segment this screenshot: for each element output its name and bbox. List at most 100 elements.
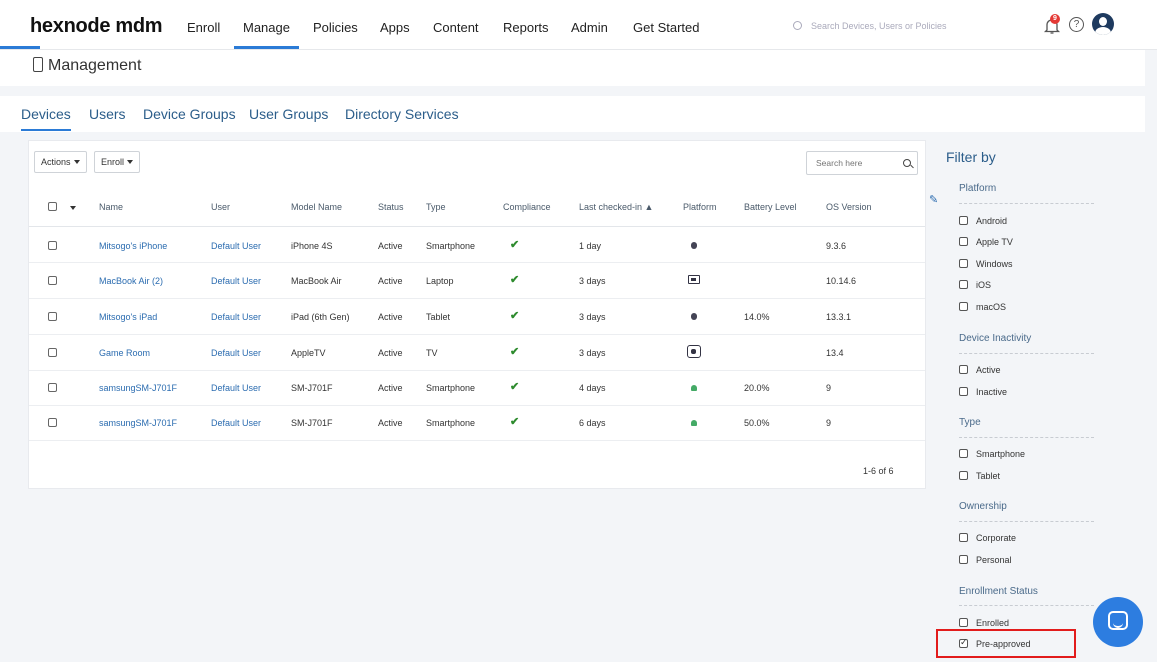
battery-level: 50.0% (744, 418, 770, 428)
filter-option-tablet[interactable]: Tablet (959, 470, 1000, 481)
nav-content[interactable]: Content (433, 20, 479, 35)
row-checkbox[interactable] (48, 241, 57, 250)
row-checkbox[interactable] (48, 383, 57, 392)
nav-get-started[interactable]: Get Started (633, 20, 699, 35)
filter-checkbox[interactable] (959, 471, 968, 480)
nav-manage[interactable]: Manage (234, 20, 299, 49)
filter-checkbox[interactable] (959, 365, 968, 374)
compliant-check-icon: ✔ (510, 416, 520, 428)
tab-devices[interactable]: Devices (21, 106, 71, 131)
device-name-link[interactable]: Mitsogo's iPad (99, 312, 157, 322)
nav-enroll[interactable]: Enroll (187, 20, 220, 35)
user-link[interactable]: Default User (211, 276, 261, 286)
battery-level: 20.0% (744, 383, 770, 393)
nav-policies[interactable]: Policies (313, 20, 358, 35)
user-link[interactable]: Default User (211, 312, 261, 322)
filter-checkbox[interactable] (959, 237, 968, 246)
user-link[interactable]: Default User (211, 241, 261, 251)
filter-group-type: Type (959, 417, 981, 428)
actions-dropdown-button[interactable]: Actions (34, 151, 87, 173)
compliant-check-icon: ✔ (510, 346, 520, 358)
filter-option-android[interactable]: Android (959, 215, 1007, 226)
chevron-down-icon (73, 160, 80, 164)
device-name-link[interactable]: MacBook Air (2) (99, 276, 163, 286)
column-header-platform[interactable]: Platform (683, 202, 717, 212)
tab-directory-services[interactable]: Directory Services (345, 106, 459, 122)
filter-checkbox[interactable] (959, 280, 968, 289)
edit-columns-pencil-icon[interactable]: ✎ (929, 193, 938, 206)
row-checkbox[interactable] (48, 418, 57, 427)
select-all-checkbox[interactable] (48, 202, 57, 211)
filter-divider (959, 605, 1094, 606)
device-type: Smartphone (426, 241, 476, 251)
chat-support-button[interactable] (1093, 597, 1143, 647)
column-header-model-name[interactable]: Model Name (291, 202, 342, 212)
filter-option-active[interactable]: Active (959, 364, 1001, 375)
search-icon[interactable] (903, 159, 911, 167)
filter-checkbox[interactable] (959, 555, 968, 564)
tab-user-groups[interactable]: User Groups (249, 106, 328, 122)
global-search[interactable]: Search Devices, Users or Policies (793, 20, 947, 31)
brand-logo[interactable]: hexnode mdm (30, 15, 163, 38)
column-header-type[interactable]: Type (426, 202, 446, 212)
header-divider (29, 226, 925, 227)
filter-checkbox[interactable] (959, 216, 968, 225)
enroll-dropdown-button[interactable]: Enroll (94, 151, 141, 173)
filter-checkbox[interactable] (959, 533, 968, 542)
user-link[interactable]: Default User (211, 383, 261, 393)
row-checkbox[interactable] (48, 312, 57, 321)
device-name-link[interactable]: samsungSM-J701F (99, 418, 177, 428)
column-header-name[interactable]: Name (99, 202, 123, 212)
filter-option-smartphone[interactable]: Smartphone (959, 448, 1025, 459)
row-checkbox[interactable] (48, 348, 57, 357)
filter-option-macos[interactable]: macOS (959, 301, 1006, 312)
battery-level: 14.0% (744, 312, 770, 322)
device-name-link[interactable]: Mitsogo's iPhone (99, 241, 167, 251)
row-checkbox[interactable] (48, 276, 57, 285)
row-divider (29, 262, 925, 263)
column-header-compliance[interactable]: Compliance (503, 202, 551, 212)
model-name: AppleTV (291, 348, 326, 358)
avatar-body (1095, 27, 1111, 35)
column-header-status[interactable]: Status (378, 202, 404, 212)
compliant-check-icon: ✔ (510, 239, 520, 251)
tab-users[interactable]: Users (89, 106, 126, 122)
column-header-battery-level[interactable]: Battery Level (744, 202, 797, 212)
user-link[interactable]: Default User (211, 348, 261, 358)
filter-checkbox[interactable] (959, 618, 968, 627)
filter-checkbox[interactable] (959, 302, 968, 311)
user-link[interactable]: Default User (211, 418, 261, 428)
model-name: SM-J701F (291, 383, 333, 393)
nav-admin[interactable]: Admin (571, 20, 608, 35)
filter-option-label: Apple TV (976, 237, 1013, 247)
device-name-link[interactable]: samsungSM-J701F (99, 383, 177, 393)
tab-device-groups[interactable]: Device Groups (143, 106, 236, 122)
notification-bell-icon[interactable]: 9 (1043, 14, 1063, 34)
filter-option-corporate[interactable]: Corporate (959, 532, 1016, 543)
filter-option-inactive[interactable]: Inactive (959, 386, 1007, 397)
help-icon[interactable]: ? (1069, 17, 1084, 32)
filter-checkbox[interactable] (959, 259, 968, 268)
avatar[interactable] (1092, 13, 1114, 35)
column-header-user[interactable]: User (211, 202, 230, 212)
status: Active (378, 348, 403, 358)
column-header-os-version[interactable]: OS Version (826, 202, 872, 212)
device-name-link[interactable]: Game Room (99, 348, 150, 358)
compliant-check-icon: ✔ (510, 310, 520, 322)
column-header-last-checked-in[interactable]: Last checked-in ▲ (579, 202, 653, 212)
nav-reports[interactable]: Reports (503, 20, 549, 35)
table-search-input[interactable] (816, 158, 894, 168)
filter-option-windows[interactable]: Windows (959, 258, 1013, 269)
filter-option-enrolled[interactable]: Enrolled (959, 617, 1009, 628)
os-version: 10.14.6 (826, 276, 857, 286)
filter-option-personal[interactable]: Personal (959, 554, 1012, 565)
page-header: Management (0, 50, 1145, 86)
highlight-annotation-box (936, 629, 1076, 658)
select-menu-chevron-icon[interactable] (70, 206, 76, 210)
nav-apps[interactable]: Apps (380, 20, 410, 35)
filter-option-ios[interactable]: iOS (959, 279, 991, 290)
device-type: Smartphone (426, 383, 476, 393)
filter-checkbox[interactable] (959, 387, 968, 396)
filter-option-apple-tv[interactable]: Apple TV (959, 236, 1013, 247)
filter-checkbox[interactable] (959, 449, 968, 458)
